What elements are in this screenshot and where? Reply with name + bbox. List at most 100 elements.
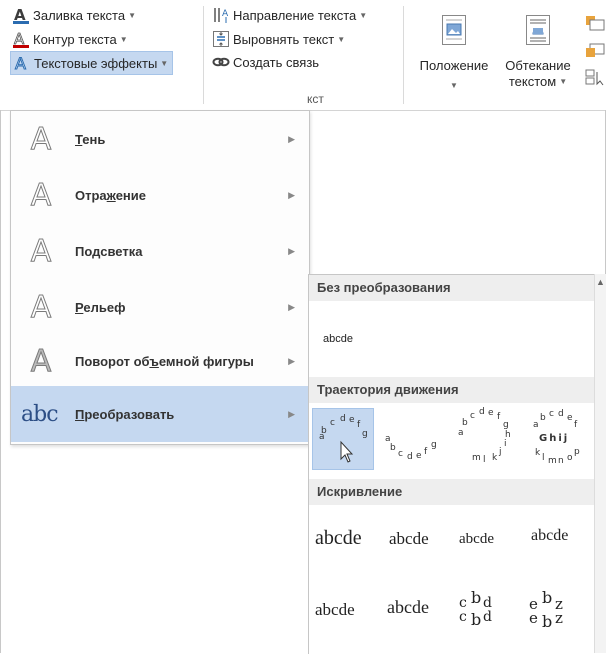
svg-text:e: e — [349, 415, 355, 425]
align-text-button[interactable]: Выровнять текст ▼ — [212, 28, 345, 50]
menu-item-3d-rotation[interactable]: A Поворот объемной фигуры ▶ — [11, 333, 309, 389]
chevron-down-icon: ▼ — [337, 34, 346, 44]
svg-text:d: d — [558, 409, 564, 419]
scroll-up-arrow-icon[interactable]: ▲ — [595, 276, 606, 288]
menu-item-label: Подсветка — [75, 243, 143, 259]
chevron-down-icon: ▼ — [359, 10, 368, 20]
section-header-follow-path: Траектория движения — [309, 377, 595, 403]
menu-item-label: Рельеф — [75, 299, 126, 315]
gallery-item-circle[interactable]: a b c d e f g h i j k l m — [452, 405, 518, 471]
svg-text:d: d — [340, 414, 346, 424]
wrap-text-label: Обтекание — [505, 58, 571, 73]
chevron-down-icon: ▼ — [160, 58, 169, 68]
svg-text:m: m — [548, 456, 557, 466]
svg-text:b: b — [540, 413, 546, 423]
text-outline-button[interactable]: A Контур текста ▼ — [12, 28, 128, 50]
circle-path-icon: a b c d e f g h i j k l m — [458, 407, 511, 465]
gallery-item-arch-up[interactable]: a b c d e f g — [312, 408, 374, 470]
gallery-item-warp-chevron-up[interactable]: abcde — [315, 600, 355, 620]
gallery-item-warp-triangle-down[interactable]: abcde — [531, 527, 568, 545]
text-effects-icon: A — [13, 54, 31, 72]
submenu-arrow-icon: ▶ — [288, 355, 295, 366]
svg-text:f: f — [574, 420, 578, 430]
svg-text:g: g — [362, 429, 368, 439]
create-link-button[interactable]: Создать связь — [212, 51, 319, 73]
svg-text:a: a — [533, 420, 539, 430]
submenu-arrow-icon: ▶ — [288, 133, 295, 144]
svg-text:o: o — [567, 453, 573, 463]
text-outline-icon: A — [12, 30, 30, 48]
bring-forward-icon[interactable] — [586, 16, 606, 35]
svg-text:e: e — [529, 609, 538, 627]
svg-text:c: c — [470, 411, 475, 421]
align-text-icon — [212, 30, 230, 48]
section-header-no-transform: Без преобразования — [309, 275, 595, 301]
svg-text:d: d — [479, 407, 485, 417]
gallery-scrollbar[interactable]: ▲ — [594, 274, 606, 653]
link-icon — [212, 53, 230, 71]
transform-gallery: Без преобразования abcde Траектория движ… — [308, 274, 599, 654]
text-direction-button[interactable]: A Направление текста ▼ — [212, 4, 367, 26]
submenu-arrow-icon: ▶ — [288, 189, 295, 200]
text-fill-button[interactable]: A Заливка текста ▼ — [12, 4, 136, 26]
svg-text:c: c — [398, 449, 403, 459]
position-icon — [439, 14, 469, 50]
gallery-item-no-transform[interactable]: abcde — [323, 333, 353, 345]
svg-text:b: b — [471, 610, 481, 629]
svg-text:g: g — [431, 440, 437, 450]
svg-text:k: k — [492, 453, 498, 463]
menu-item-label: Отражение — [75, 187, 147, 203]
svg-text:i: i — [504, 439, 507, 449]
svg-text:f: f — [357, 420, 361, 430]
gallery-item-warp-ring-inside[interactable]: c b d c b d — [457, 588, 517, 632]
svg-text:p: p — [574, 447, 580, 457]
svg-text:A: A — [15, 54, 26, 72]
transform-icon: abc — [21, 401, 59, 427]
menu-item-glow[interactable]: A Подсветка ▶ — [11, 223, 309, 279]
wrap-text-label-2: текстом — [508, 74, 557, 89]
menu-item-bevel[interactable]: A Рельеф ▶ — [11, 279, 309, 335]
button-path-icon: a b c d e f Ghij k l m n o p — [533, 409, 580, 466]
svg-text:d: d — [407, 452, 413, 462]
shadow-icon: A — [30, 121, 52, 157]
send-backward-icon[interactable] — [586, 42, 606, 61]
svg-text:d: d — [483, 609, 492, 625]
menu-item-shadow[interactable]: A Тень ▶ — [11, 111, 309, 167]
svg-text:a: a — [458, 428, 464, 438]
svg-text:Ghij: Ghij — [539, 433, 569, 444]
section-header-warp: Искривление — [309, 479, 595, 505]
svg-text:l: l — [542, 453, 545, 463]
gallery-item-arch-down[interactable]: a b c d e f g — [381, 411, 445, 469]
text-effects-button[interactable]: A Текстовые эффекты ▼ — [10, 51, 174, 75]
chevron-down-icon: ▼ — [128, 10, 136, 20]
text-effects-label: Текстовые эффекты — [34, 55, 158, 71]
wrap-text-label-line2: текстом ▼ — [509, 74, 567, 90]
wrap-text-button[interactable]: Обтекание текстом ▼ — [496, 14, 580, 90]
selection-pane-icon[interactable] — [584, 68, 606, 89]
reflection-icon: A — [30, 177, 52, 213]
ring-inside-icon: c b d c b d — [459, 588, 492, 629]
create-link-label: Создать связь — [233, 54, 320, 70]
svg-text:l: l — [483, 455, 486, 465]
text-direction-label: Направление текста — [233, 7, 357, 23]
align-text-label: Выровнять текст — [233, 31, 335, 47]
svg-text:f: f — [424, 447, 428, 457]
group-separator — [203, 6, 204, 104]
submenu-arrow-icon: ▶ — [288, 301, 295, 312]
menu-item-transform[interactable]: abc Преобразовать ▶ — [11, 386, 309, 442]
gallery-item-warp-stop[interactable]: abcde — [389, 529, 429, 549]
svg-text:m: m — [472, 453, 481, 463]
svg-text:f: f — [497, 412, 501, 422]
gallery-item-warp-ring-outside[interactable]: e b z e b z — [527, 588, 587, 632]
ring-outside-icon: e b z e b z — [529, 588, 563, 631]
gallery-item-warp-plain[interactable]: abcde — [315, 527, 362, 550]
position-button[interactable]: Положение ▼ — [410, 14, 498, 94]
menu-item-label: Поворот объемной фигуры — [75, 353, 254, 369]
gallery-item-warp-chevron-down[interactable]: abcde — [387, 597, 429, 618]
menu-item-reflection[interactable]: A Отражение ▶ — [11, 167, 309, 223]
gallery-item-button[interactable]: a b c d e f Ghij k l m n o p — [523, 405, 591, 471]
gallery-item-warp-triangle-up[interactable]: abcde — [459, 531, 494, 548]
group-separator — [403, 6, 404, 104]
text-fill-label: Заливка текста — [33, 7, 126, 23]
svg-text:n: n — [558, 456, 564, 466]
